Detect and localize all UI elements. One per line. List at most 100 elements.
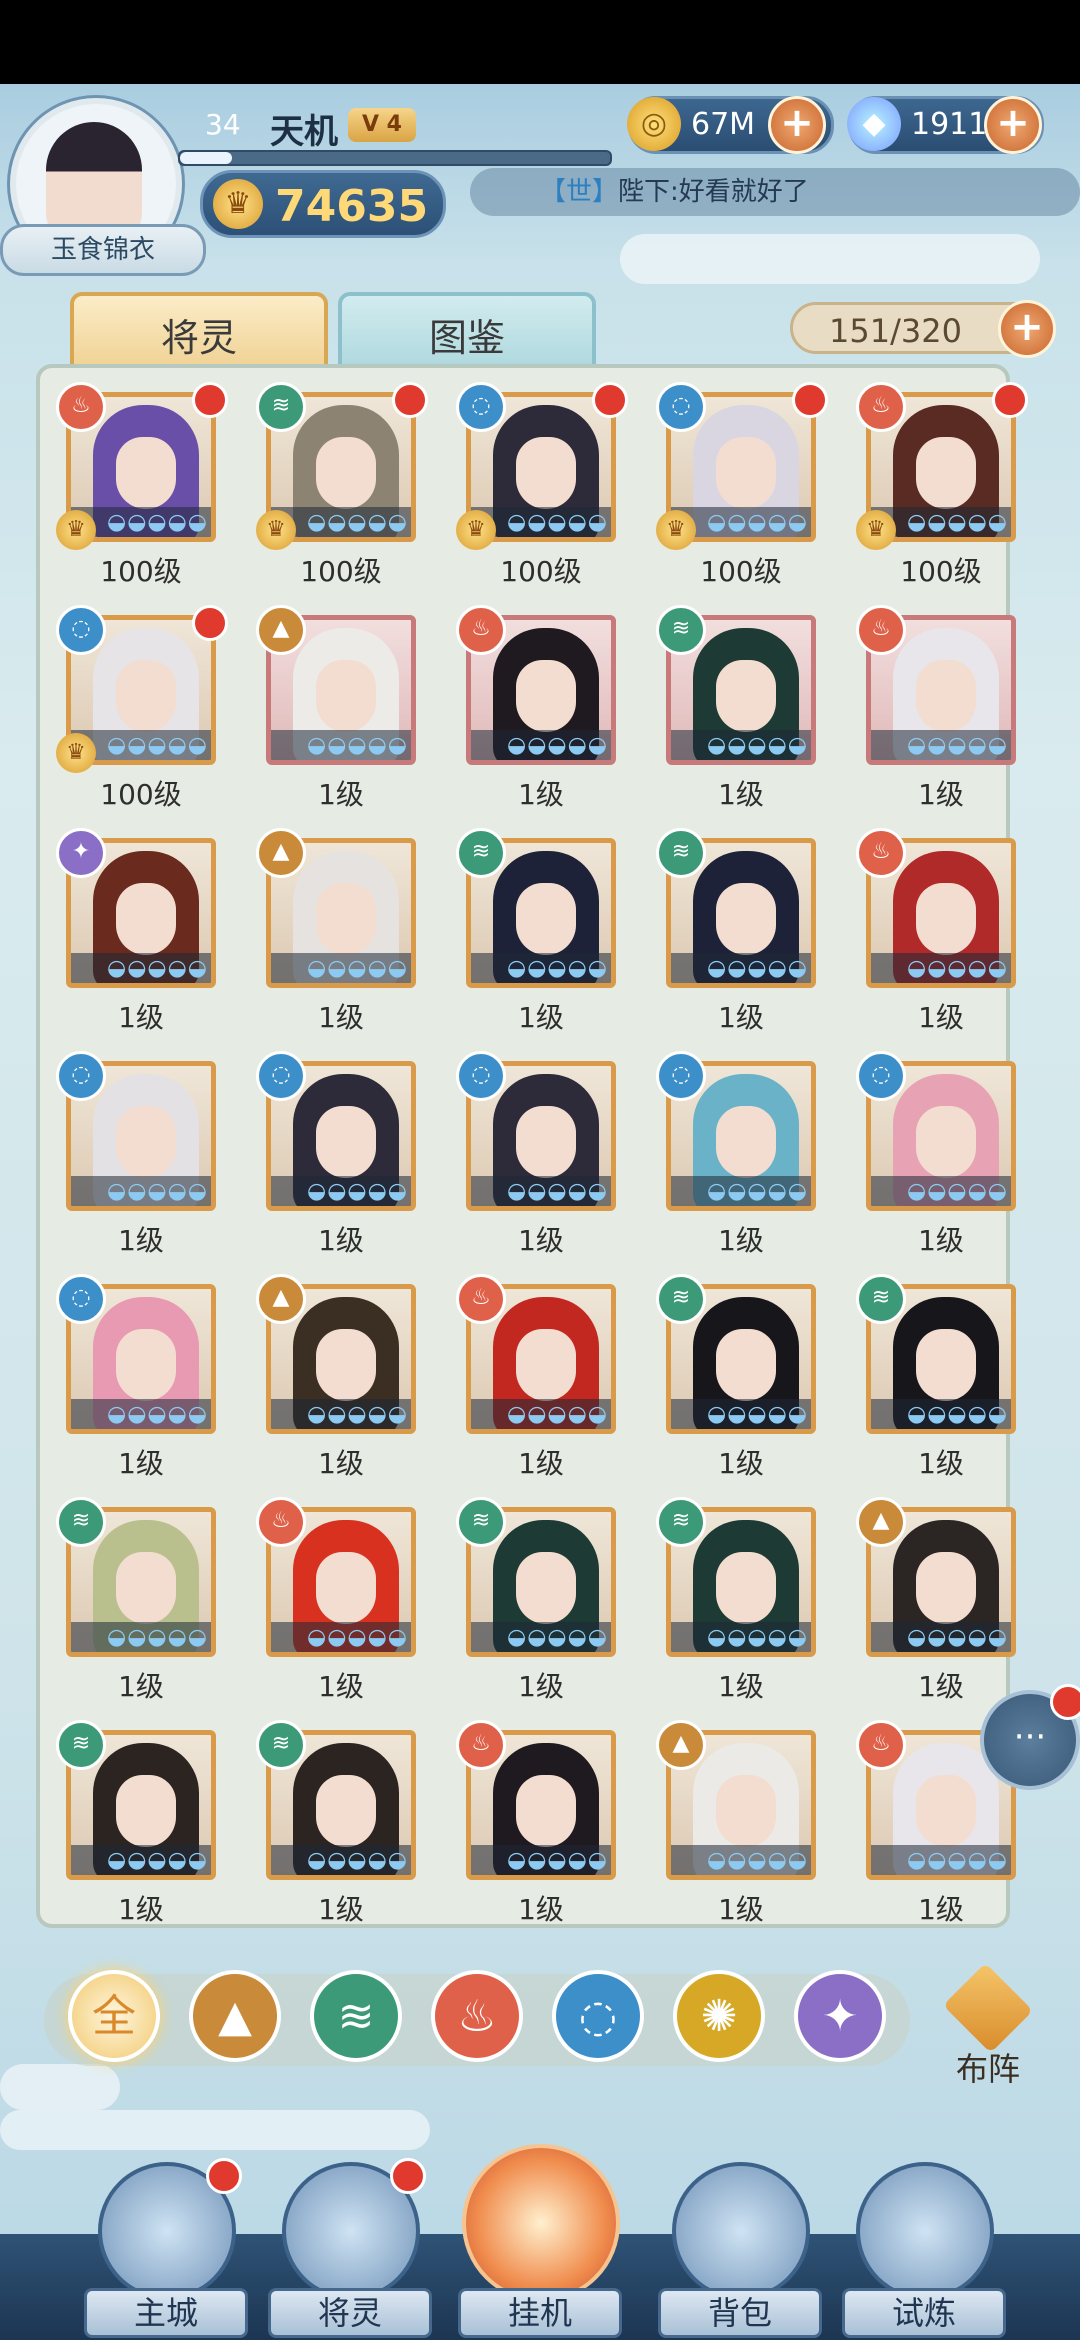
general-card[interactable]: ◒◒◒◒◒ ♨ (456, 1720, 616, 1880)
world-chat-ticker[interactable]: 【世】陛下:好看就好了 (470, 168, 1080, 216)
portrait-face (516, 1106, 576, 1178)
general-card[interactable]: ◒◒◒◒◒ ▲ (856, 1497, 1016, 1657)
star-rank-icons: ◒◒◒◒◒ (507, 510, 608, 535)
bag-icon (672, 2162, 810, 2300)
nav-idle[interactable]: 挂机 (452, 2144, 622, 2340)
crown-icon: ♛ (56, 510, 96, 550)
general-card[interactable]: ◒◒◒◒◒ ♨ (856, 828, 1016, 988)
general-card[interactable]: ◒◒◒◒◒ ≋ (56, 1497, 216, 1657)
general-card[interactable]: ◒◒◒◒◒ ≋ (456, 1497, 616, 1657)
general-level: 1级 (918, 1893, 964, 1926)
add-gold-button[interactable]: + (768, 96, 826, 154)
general-card[interactable]: ◒◒◒◒◒ ♨ (456, 605, 616, 765)
general-card[interactable]: ◒◒◒◒◒ ≋ (56, 1720, 216, 1880)
general-card[interactable]: ◒◒◒◒◒ ◌ (56, 1051, 216, 1211)
general-level: 1级 (318, 1893, 364, 1926)
nav-label: 主城 (84, 2288, 248, 2338)
general-level: 100级 (500, 555, 582, 588)
star-rank-icons: ◒◒◒◒◒ (507, 1402, 608, 1427)
portrait-face (316, 1329, 376, 1401)
general-level: 1级 (518, 1001, 564, 1034)
star-rank-icons: ◒◒◒◒◒ (107, 510, 208, 535)
general-card[interactable]: ◒◒◒◒◒ ◌ (256, 1051, 416, 1211)
general-card[interactable]: ◒◒◒◒◒ ◌ ♛ (56, 605, 228, 773)
expand-roster-button[interactable]: + (998, 300, 1056, 358)
general-card[interactable]: ◒◒◒◒◒ ◌ (856, 1051, 1016, 1211)
general-card[interactable]: ◒◒◒◒◒ ◌ ♛ (656, 382, 828, 550)
portrait-face (916, 437, 976, 509)
fire-element-icon: ♨ (256, 1497, 306, 1547)
general-level: 1级 (718, 1893, 764, 1926)
chat-channel-tag: 【世】 (540, 177, 619, 207)
general-level: 1级 (718, 1447, 764, 1480)
mountain-element-icon: ▲ (256, 828, 306, 878)
add-gem-button[interactable]: + (984, 96, 1042, 154)
general-card[interactable]: ◒◒◒◒◒ ♨ (456, 1274, 616, 1434)
filter-wind-button[interactable]: ≋ (310, 1970, 402, 2062)
general-card[interactable]: ◒◒◒◒◒ ♨ (256, 1497, 416, 1657)
general-card[interactable]: ◒◒◒◒◒ ♨ (856, 605, 1016, 765)
nav-backpack[interactable]: 背包 (652, 2144, 822, 2340)
nav-generals[interactable]: 将灵 (262, 2144, 432, 2340)
general-level: 1级 (718, 1224, 764, 1257)
general-card[interactable]: ◒◒◒◒◒ ≋ (656, 1274, 816, 1434)
flag-icon (942, 1962, 1034, 2054)
general-card[interactable]: ◒◒◒◒◒ ▲ (256, 828, 416, 988)
general-level: 1级 (718, 778, 764, 811)
chat-bubble-button[interactable]: ··· (980, 1684, 1080, 1790)
general-card[interactable]: ◒◒◒◒◒ ▲ (256, 605, 416, 765)
xp-bar-fill (180, 152, 232, 164)
general-card[interactable]: ◒◒◒◒◒ ≋ (256, 1720, 416, 1880)
filter-sun-button[interactable]: ✺ (673, 1970, 765, 2062)
portrait-face (916, 1106, 976, 1178)
wind-element-icon: ≋ (56, 1720, 106, 1770)
notification-dot (206, 2158, 242, 2194)
general-card[interactable]: ◒◒◒◒◒ ◌ (456, 1051, 616, 1211)
general-card[interactable]: ◒◒◒◒◒ ≋ (456, 828, 616, 988)
general-card[interactable]: ◒◒◒◒◒ ≋ (656, 605, 816, 765)
general-card[interactable]: ◒◒◒◒◒ ◌ (56, 1274, 216, 1434)
general-card[interactable]: ◒◒◒◒◒ ≋ ♛ (256, 382, 428, 550)
general-card[interactable]: ◒◒◒◒◒ ♨ ♛ (856, 382, 1028, 550)
wind-element-icon: ≋ (656, 1274, 706, 1324)
star-rank-icons: ◒◒◒◒◒ (907, 956, 1008, 981)
portrait-face (316, 437, 376, 509)
portrait-face (516, 1329, 576, 1401)
filter-water-button[interactable]: ◌ (552, 1970, 644, 2062)
general-card[interactable]: ◒◒◒◒◒ ◌ (656, 1051, 816, 1211)
mountain-element-icon: ▲ (656, 1720, 706, 1770)
general-card[interactable]: ◒◒◒◒◒ ≋ (856, 1274, 1016, 1434)
water-element-icon: ◌ (656, 382, 706, 432)
general-card[interactable]: ◒◒◒◒◒ ▲ (256, 1274, 416, 1434)
general-card[interactable]: ◒◒◒◒◒ ◌ ♛ (456, 382, 628, 550)
fire-element-icon: ♨ (456, 605, 506, 655)
crown-icon: ♛ (56, 733, 96, 773)
formation-button[interactable]: 布阵 (928, 1962, 1048, 2088)
filter-fire-button[interactable]: ♨ (431, 1970, 523, 2062)
portrait-face (516, 660, 576, 732)
nav-trial[interactable]: 试炼 (836, 2144, 1006, 2340)
general-level: 1级 (118, 1001, 164, 1034)
cloud-decoration (620, 234, 1040, 284)
filter-mountain-button[interactable]: ▲ (189, 1970, 281, 2062)
star-rank-icons: ◒◒◒◒◒ (707, 733, 808, 758)
general-card[interactable]: ◒◒◒◒◒ ▲ (656, 1720, 816, 1880)
general-level: 1级 (718, 1001, 764, 1034)
notification-dot (192, 382, 228, 418)
vip-badge[interactable]: V 4 (348, 108, 416, 142)
portrait-face (316, 1552, 376, 1624)
water-element-icon: ◌ (256, 1051, 306, 1101)
star-rank-icons: ◒◒◒◒◒ (107, 1179, 208, 1204)
portrait-face (916, 883, 976, 955)
filter-all-button[interactable]: 全 (68, 1970, 160, 2062)
star-rank-icons: ◒◒◒◒◒ (307, 1179, 408, 1204)
general-card[interactable]: ◒◒◒◒◒ ✦ (56, 828, 216, 988)
general-card[interactable]: ◒◒◒◒◒ ≋ (656, 1497, 816, 1657)
general-card[interactable]: ◒◒◒◒◒ ≋ (656, 828, 816, 988)
star-rank-icons: ◒◒◒◒◒ (307, 733, 408, 758)
nav-main-city[interactable]: 主城 (78, 2144, 248, 2340)
filter-thunder-button[interactable]: ✦ (794, 1970, 886, 2062)
wind-element-icon: ≋ (256, 1720, 306, 1770)
chat-message: 陛下:好看就好了 (618, 177, 809, 207)
general-card[interactable]: ◒◒◒◒◒ ♨ ♛ (56, 382, 228, 550)
